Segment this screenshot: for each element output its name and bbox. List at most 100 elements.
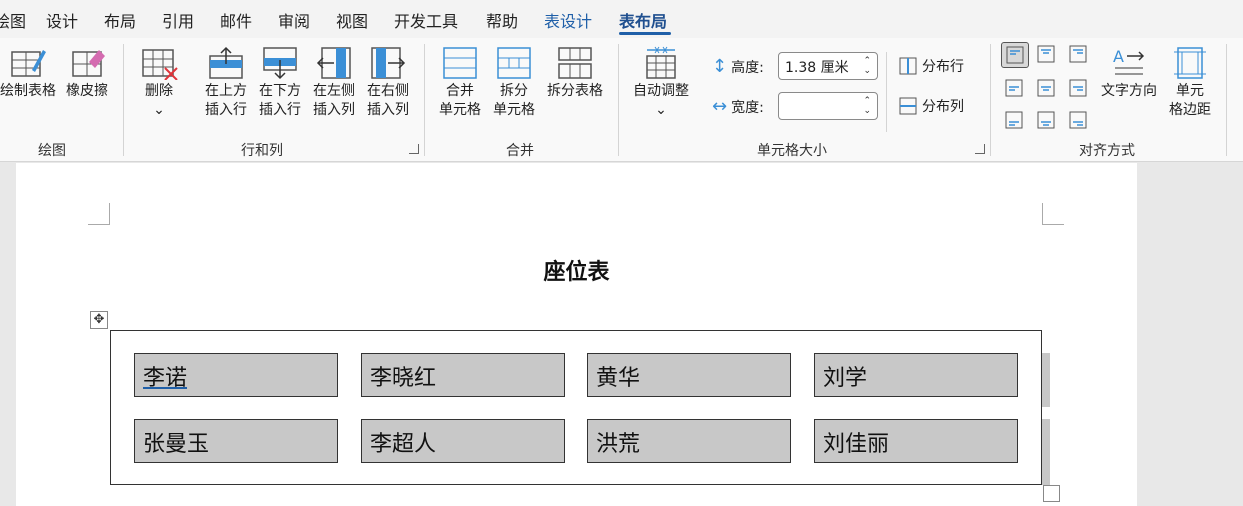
spin-down-icon[interactable]: ⌄ [863, 67, 871, 76]
table-resize-handle-icon[interactable] [1043, 485, 1060, 502]
insert-column-right-icon [371, 47, 406, 79]
crop-mark [88, 203, 110, 225]
autofit-icon [646, 46, 676, 79]
insert-right-button[interactable]: 在右侧 插入列 [364, 46, 412, 120]
column-width-control: ↔ 宽度: [712, 96, 764, 117]
svg-text:A: A [1113, 47, 1124, 66]
insert-row-above-icon [209, 46, 243, 79]
seating-table: 李诺 李晓红 黄华 刘学 张曼玉 李超人 洪荒 刘佳丽 [110, 330, 1042, 485]
split-table-icon [558, 47, 592, 79]
menu-bar: 绘图 设计 布局 引用 邮件 审阅 视图 开发工具 帮助 表设计 表布局 [0, 0, 1243, 38]
dialog-launcher-icon[interactable] [975, 144, 985, 154]
align-bottom-right-icon [1069, 111, 1087, 129]
delete-table-icon [142, 49, 178, 80]
group-separator [424, 44, 425, 156]
align-bottom-left-button[interactable] [1001, 108, 1029, 134]
group-label-cell-size: 单元格大小 [757, 143, 827, 159]
distribute-columns-icon [899, 97, 917, 115]
tab-developer[interactable]: 开发工具 [394, 8, 458, 32]
group-separator [1226, 44, 1227, 156]
align-top-center-icon [1037, 45, 1055, 63]
row-end-marker [1042, 353, 1050, 407]
spin-down-icon[interactable]: ⌄ [863, 107, 871, 116]
crop-mark [1042, 203, 1064, 225]
group-label-rows-cols: 行和列 [241, 143, 283, 159]
table-cell[interactable]: 张曼玉 [134, 419, 338, 463]
table-cell[interactable]: 李晓红 [361, 353, 565, 397]
dialog-launcher-icon[interactable] [409, 144, 419, 154]
align-top-left-button[interactable] [1001, 42, 1029, 68]
tab-mailings[interactable]: 邮件 [220, 8, 252, 32]
table-cell[interactable]: 洪荒 [587, 419, 791, 463]
merge-cells-button[interactable]: 合并 单元格 [436, 46, 484, 120]
text-direction-button[interactable]: A 文字方向 [1098, 46, 1160, 101]
tab-references[interactable]: 引用 [162, 8, 194, 32]
insert-left-button[interactable]: 在左侧 插入列 [310, 46, 358, 120]
tab-view[interactable]: 视图 [336, 8, 368, 32]
align-bottom-right-button[interactable] [1065, 108, 1093, 134]
ribbon: 绘制表格 橡皮擦 绘图 删除 ⌄ 在上方 插入行 在下方 插入行 在左侧 插入列… [0, 38, 1243, 162]
delete-button[interactable]: 删除 ⌄ [136, 46, 182, 120]
align-top-center-button[interactable] [1033, 42, 1061, 68]
table-cell[interactable]: 刘佳丽 [814, 419, 1018, 463]
align-bottom-center-icon [1037, 111, 1055, 129]
tab-review[interactable]: 审阅 [278, 8, 310, 32]
text-direction-icon: A [1113, 47, 1145, 75]
table-cell[interactable]: 刘学 [814, 353, 1018, 397]
distribute-columns-button[interactable]: 分布列 [898, 96, 964, 116]
cell-margins-button[interactable]: 单元 格边距 [1166, 46, 1214, 120]
align-top-right-icon [1069, 45, 1087, 63]
tab-design[interactable]: 设计 [46, 8, 78, 32]
spin-up-icon[interactable]: ⌃ [863, 57, 871, 66]
align-middle-left-icon [1005, 79, 1023, 97]
align-middle-center-button[interactable] [1033, 76, 1061, 102]
draw-table-button[interactable]: 绘制表格 [0, 46, 60, 101]
split-table-button[interactable]: 拆分表格 [544, 46, 606, 101]
split-cells-icon [497, 47, 531, 79]
tab-table-design[interactable]: 表设计 [544, 8, 592, 32]
align-top-right-button[interactable] [1065, 42, 1093, 68]
distribute-rows-icon [899, 57, 917, 75]
chevron-down-icon: ⌄ [655, 102, 667, 118]
insert-below-button[interactable]: 在下方 插入行 [256, 46, 304, 120]
draw-table-icon [11, 50, 46, 77]
eraser-button[interactable]: 橡皮擦 [62, 46, 112, 101]
active-tab-indicator [619, 32, 671, 35]
insert-row-below-icon [263, 47, 297, 80]
insert-column-left-icon [316, 47, 351, 79]
group-separator [886, 52, 887, 132]
insert-above-button[interactable]: 在上方 插入行 [202, 46, 250, 120]
align-bottom-left-icon [1005, 111, 1023, 129]
cell-margins-icon [1174, 47, 1206, 79]
group-label-draw: 绘图 [38, 143, 66, 159]
group-label-alignment: 对齐方式 [1079, 143, 1135, 159]
table-cell[interactable]: 李诺 [134, 353, 338, 397]
group-separator [123, 44, 124, 156]
row-height-icon: ↕ [712, 56, 728, 77]
table-move-handle-icon[interactable]: ✥ [90, 311, 108, 329]
document-page: 座位表 ✥ 李诺 李晓红 黄华 刘学 张曼玉 李超人 洪荒 刘佳丽 [16, 163, 1137, 506]
distribute-rows-button[interactable]: 分布行 [898, 56, 964, 76]
align-top-left-icon [1006, 46, 1024, 64]
tab-help[interactable]: 帮助 [486, 8, 518, 32]
tab-table-layout[interactable]: 表布局 [619, 8, 667, 32]
group-label-merge: 合并 [506, 143, 534, 159]
spin-up-icon[interactable]: ⌃ [863, 97, 871, 106]
table-cell[interactable]: 李超人 [361, 419, 565, 463]
split-cells-button[interactable]: 拆分 单元格 [490, 46, 538, 120]
align-bottom-center-button[interactable] [1033, 108, 1061, 134]
group-separator [990, 44, 991, 156]
row-end-marker [1042, 419, 1050, 485]
merge-cells-icon [443, 47, 477, 79]
row-height-input[interactable]: 1.38 厘米 ⌃ ⌄ [778, 52, 878, 80]
align-middle-center-icon [1037, 79, 1055, 97]
tab-layout[interactable]: 布局 [104, 8, 136, 32]
autofit-button[interactable]: 自动调整 ⌄ [630, 46, 692, 120]
column-width-input[interactable]: ⌃ ⌄ [778, 92, 878, 120]
table-cell[interactable]: 黄华 [587, 353, 791, 397]
tab-draw[interactable]: 绘图 [0, 8, 26, 32]
align-middle-left-button[interactable] [1001, 76, 1029, 102]
align-middle-right-icon [1069, 79, 1087, 97]
align-middle-right-button[interactable] [1065, 76, 1093, 102]
document-title[interactable]: 座位表 [16, 254, 1137, 286]
